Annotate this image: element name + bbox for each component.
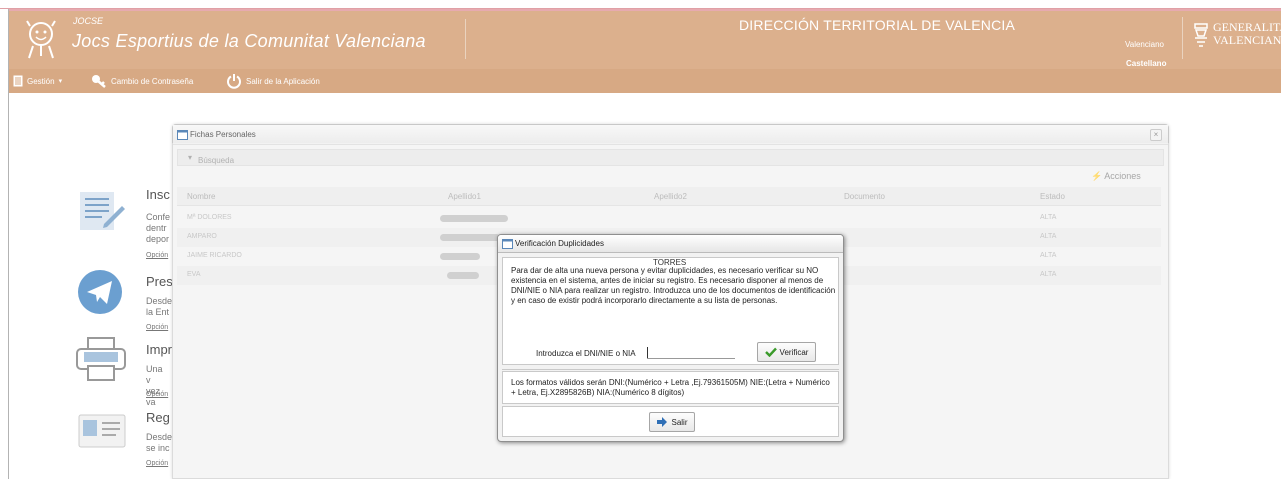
verificacion-dialog: Verificación Duplicidades TORRES Para da… — [497, 234, 844, 442]
app-root: JOCSE Jocs Esportius de la Comunitat Val… — [0, 0, 1281, 479]
dialog-divider — [502, 369, 839, 370]
dialog-titlebar: Verificación Duplicidades — [498, 235, 843, 253]
chevron-down-icon: ▾ — [58, 78, 63, 85]
printer-icon — [76, 337, 126, 381]
mascot-logo-icon — [26, 20, 56, 59]
menu-cambio-label: Cambio de Contraseña — [111, 76, 194, 86]
option-desc: Desde se inc — [146, 432, 172, 454]
option-link[interactable]: Opción — [146, 460, 168, 467]
option-link[interactable]: Opción — [146, 391, 168, 398]
option-title: Insc — [146, 187, 170, 202]
dialog-info-text: Para dar de alta una nueva persona y evi… — [511, 266, 836, 305]
main-menu-bar: Gestión ▾ Cambio de Contraseña Salir de … — [9, 69, 1281, 93]
checkmark-icon — [764, 347, 777, 357]
option-desc-line: Confe — [146, 212, 171, 222]
close-button[interactable]: × — [1150, 129, 1162, 141]
menu-salir-aplicacion[interactable]: Salir de la Aplicación — [226, 73, 320, 89]
option-desc-line: Desde — [146, 296, 173, 306]
key-icon — [92, 75, 106, 88]
menu-gestion[interactable]: Gestión ▾ — [13, 73, 62, 89]
option-desc-line: depor — [146, 234, 170, 244]
direction-title: DIRECCIÓN TERRITORIAL DE VALENCIA — [739, 17, 1016, 33]
verificar-button[interactable]: Verificar — [757, 342, 816, 362]
option-link[interactable]: Opción — [146, 324, 168, 331]
option-title: Pres — [146, 274, 173, 289]
text-cursor — [647, 347, 648, 358]
salir-button[interactable]: Salir — [649, 412, 695, 432]
form-edit-icon — [80, 192, 125, 230]
option-title: Reg — [146, 410, 170, 425]
paper-plane-icon — [78, 270, 122, 314]
dialog-body: TORRES Para dar de alta una nueva person… — [502, 257, 839, 365]
window-title: Fichas Personales — [190, 130, 256, 139]
header-divider-right — [1182, 17, 1183, 59]
option-desc-line: dentr — [146, 223, 167, 233]
dialog-title: Verificación Duplicidades — [515, 239, 604, 248]
header-divider — [465, 19, 466, 59]
app-header: JOCSE Jocs Esportius de la Comunitat Val… — [9, 9, 1281, 69]
option-title: Impr — [146, 342, 172, 357]
option-desc-line: Desde — [146, 432, 173, 442]
menu-gestion-label: Gestión — [27, 76, 55, 86]
id-card-icon — [78, 414, 126, 448]
window-titlebar: Fichas Personales × — [173, 125, 1168, 145]
option-desc-line: Una v — [146, 364, 163, 385]
option-desc-line: la Ent — [146, 307, 170, 317]
dni-input[interactable] — [647, 346, 735, 359]
top-strip — [0, 0, 1281, 9]
option-desc: Confe dentr depor — [146, 212, 170, 245]
app-title: Jocs Esportius de la Comunitat Valencian… — [72, 31, 426, 51]
formats-text: Los formatos válidos serán DNI:(Numérico… — [511, 378, 830, 397]
lang-castellano-link[interactable]: Castellano — [1126, 59, 1166, 68]
dialog-footer: Salir — [502, 406, 839, 437]
window-icon — [502, 239, 513, 249]
generalitat-logo: GENERALITAT VALENCIANA — [1193, 19, 1281, 59]
window-icon — [177, 130, 188, 140]
verificar-label: Verificar — [779, 347, 809, 357]
option-desc: Una v vez va — [146, 364, 163, 408]
dni-label: Introduzca el DNI/NIE o NIA — [536, 349, 636, 358]
generalitat-emblem-icon — [1194, 23, 1208, 47]
menu-cambio-contrasena[interactable]: Cambio de Contraseña — [91, 73, 193, 89]
power-icon — [227, 74, 241, 89]
generalitat-text: GENERALITAT VALENCIANA — [1213, 21, 1281, 47]
option-desc: Desde la Ent — [146, 296, 172, 318]
document-icon — [13, 75, 23, 87]
menu-salir-label: Salir de la Aplicación — [246, 76, 320, 86]
option-desc-line: se inc — [146, 443, 170, 453]
option-link[interactable]: Opción — [146, 252, 168, 259]
exit-arrow-icon — [657, 417, 668, 427]
app-subtitle: JOCSE — [73, 16, 104, 26]
formats-box: Los formatos válidos serán DNI:(Numérico… — [502, 371, 839, 404]
salir-label: Salir — [671, 417, 688, 427]
brand-line2: VALENCIANA — [1213, 33, 1281, 47]
lang-valenciano-link[interactable]: Valenciano — [1125, 40, 1164, 49]
